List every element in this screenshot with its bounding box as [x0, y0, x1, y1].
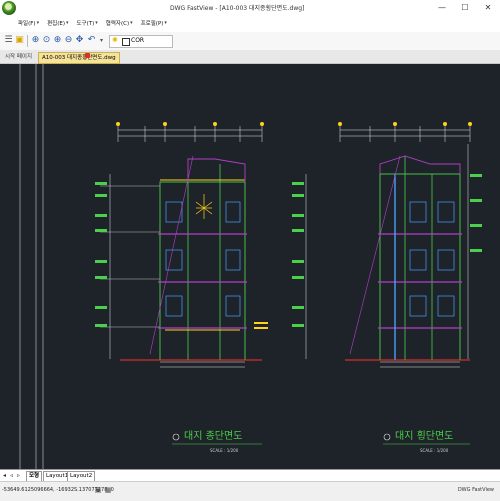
layer-name: COR	[131, 37, 145, 44]
menu-bar: 파일(F) ▾ 편집(E) ▾ 도구(T) ▾ 협력자(C) ▾ 프로필(P) ▾	[18, 16, 175, 30]
menu-tools[interactable]: 도구(T) ▾	[77, 19, 98, 27]
drawing-canvas[interactable]: 대지 종단면도 SCALE : 1/200 대지 횡단면도 SCALE : 1/…	[0, 64, 500, 469]
zoom-window-icon[interactable]: ⊙	[41, 35, 52, 46]
window-title: DWG FastView - [A10-003 대지종횡단면도.dwg]	[170, 5, 305, 12]
next-tab-icon[interactable]: ▹	[17, 471, 20, 480]
lightbulb-icon: ✺	[112, 36, 118, 44]
tab-start-page[interactable]: 시작 페이지	[2, 52, 35, 62]
toolbar-divider	[27, 35, 28, 47]
toolbar: ☰ ▣ ⊕ ⊙ ⊕ ⊖ ✥ ↶ ▾ ✺ COR	[0, 32, 500, 51]
title-bar: DWG FastView - [A10-003 대지종횡단면도.dwg] — ☐…	[0, 0, 500, 16]
menu-edit[interactable]: 편집(E) ▾	[47, 19, 68, 27]
left-section-drawing	[95, 122, 268, 368]
prev-tab-icon[interactable]: ◃	[10, 471, 13, 480]
first-tab-icon[interactable]: ◂	[3, 471, 6, 480]
menu-profile[interactable]: 프로필(P) ▾	[141, 19, 167, 27]
lock-icon[interactable]: ▣	[94, 486, 102, 494]
tab-drawing[interactable]: A10-003 대지종횡단면도.dwg	[38, 52, 120, 64]
close-button[interactable]: ✕	[478, 1, 498, 14]
layer-dropdown[interactable]: ✺ COR	[109, 35, 173, 48]
right-drawing-title: 대지 횡단면도	[395, 430, 453, 442]
status-bar: -53649.6125096664, -16932S.137077178, 0 …	[0, 481, 500, 501]
chevron-down-icon: ▾	[36, 20, 40, 26]
status-app-name: DWG FastView	[457, 487, 494, 493]
right-section-drawing	[292, 122, 482, 368]
open-folder-icon[interactable]: ▣	[14, 35, 25, 46]
cad-drawing: 대지 종단면도 SCALE : 1/200 대지 횡단면도 SCALE : 1/…	[19, 64, 482, 469]
chevron-down-icon: ▾	[130, 20, 133, 26]
left-drawing-scale: SCALE : 1/200	[210, 448, 239, 453]
menu-file[interactable]: 파일(F) ▾	[18, 19, 39, 27]
layout-tab-bar: ◂ ◃ ▹ 모형 Layout1 Layout2	[0, 469, 500, 482]
chevron-down-icon: ▾	[65, 20, 69, 26]
zoom-in-icon[interactable]: ⊕	[52, 35, 63, 46]
menu-collaborate[interactable]: 협력자(C) ▾	[106, 19, 133, 27]
zoom-out-icon[interactable]: ⊖	[63, 35, 74, 46]
left-drawing-title: 대지 종단면도	[184, 430, 242, 442]
tab-bar: 시작 페이지 A10-003 대지종횡단면도.dwg	[0, 50, 500, 64]
minimize-button[interactable]: —	[432, 1, 452, 14]
right-drawing-scale: SCALE : 1/200	[420, 448, 449, 453]
chevron-down-icon[interactable]: ▾	[96, 35, 107, 46]
zoom-extents-icon[interactable]: ⊕	[30, 35, 41, 46]
maximize-button[interactable]: ☐	[455, 1, 475, 14]
grid-icon[interactable]: ▦	[104, 486, 112, 494]
chevron-down-icon: ▾	[164, 20, 167, 26]
layer-color-swatch	[122, 38, 130, 46]
menu-icon[interactable]: ☰	[3, 35, 14, 46]
close-tab-icon[interactable]	[85, 53, 90, 58]
app-logo-icon[interactable]	[2, 1, 16, 15]
chevron-down-icon: ▾	[95, 20, 98, 26]
pan-icon[interactable]: ✥	[74, 35, 85, 46]
